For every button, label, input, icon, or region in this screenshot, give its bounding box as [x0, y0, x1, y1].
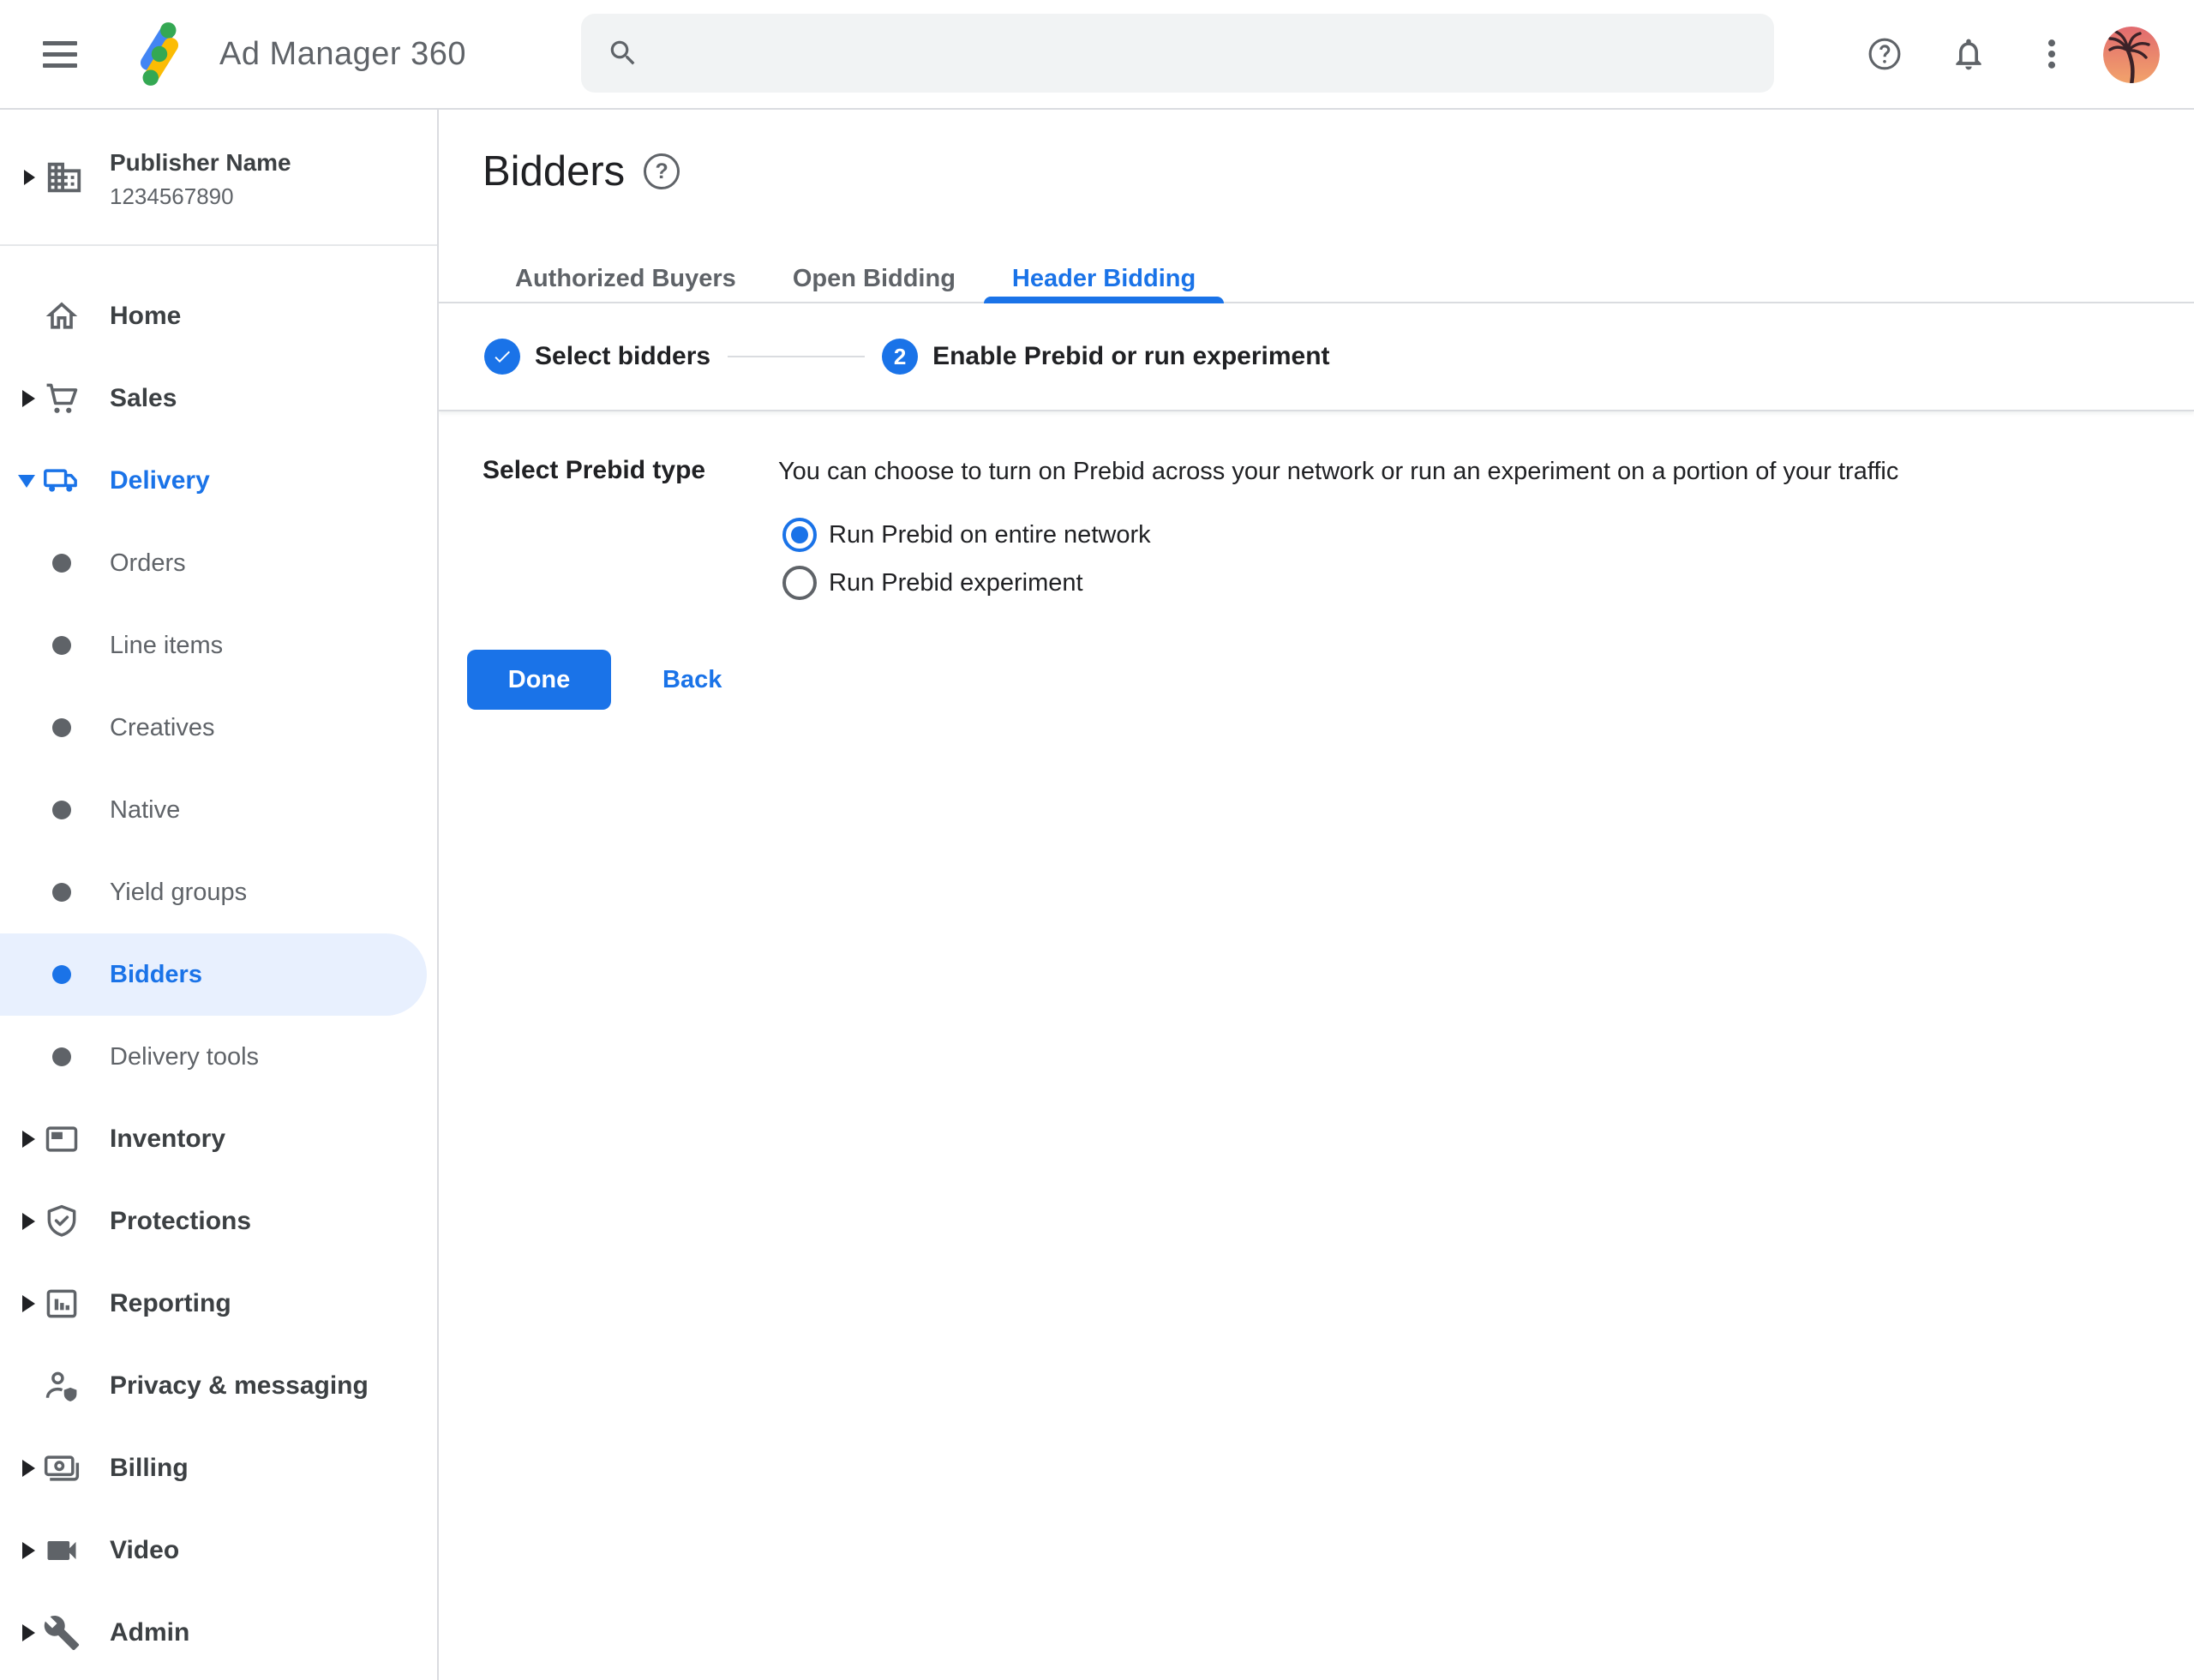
radio-run-prebid-experiment[interactable]: Run Prebid experiment [782, 559, 2143, 607]
publisher-name: Publisher Name [110, 149, 291, 177]
building-icon [45, 158, 84, 197]
tab-authorized-buyers[interactable]: Authorized Buyers [487, 255, 764, 302]
menu-icon [43, 41, 77, 45]
sidebar-item-home[interactable]: Home [0, 275, 437, 357]
sidebar-item-line-items[interactable]: Line items [0, 604, 437, 687]
radio-selected-icon [782, 518, 817, 552]
account-avatar[interactable] [2103, 27, 2160, 83]
page-title: Bidders [483, 147, 625, 195]
expand-arrow-icon [22, 1542, 35, 1559]
avatar-palm-image [2103, 27, 2160, 83]
app-title: Ad Manager 360 [219, 36, 466, 73]
tab-bar: Authorized Buyers Open Bidding Header Bi… [439, 255, 2194, 303]
sidebar-item-inventory[interactable]: Inventory [0, 1098, 437, 1180]
step-connector [728, 356, 865, 357]
step-enable-prebid[interactable]: 2 Enable Prebid or run experiment [882, 339, 1329, 375]
bar-chart-icon [43, 1285, 81, 1323]
person-shield-icon [43, 1367, 81, 1405]
radio-run-prebid-entire-network[interactable]: Run Prebid on entire network [782, 511, 2143, 559]
help-button[interactable] [1866, 35, 1903, 73]
search-icon [607, 37, 639, 69]
bullet-icon [52, 554, 71, 573]
bell-icon [1950, 35, 1987, 73]
shopping-cart-icon [43, 380, 81, 417]
help-icon [1866, 35, 1903, 73]
more-options-button[interactable] [2033, 35, 2071, 73]
sidebar-item-delivery[interactable]: Delivery [0, 440, 437, 522]
main-content: Bidders ? Authorized Buyers Open Bidding… [439, 110, 2194, 1680]
prebid-description: You can choose to turn on Prebid across … [778, 454, 2143, 489]
stepper: Select bidders 2 Enable Prebid or run ex… [439, 303, 2194, 411]
sidebar-item-billing[interactable]: Billing [0, 1427, 437, 1509]
expand-arrow-icon [22, 1213, 35, 1230]
payments-icon [43, 1449, 81, 1487]
home-icon [43, 297, 81, 335]
sidebar-item-native[interactable]: Native [0, 769, 437, 851]
delivery-truck-icon [43, 462, 81, 500]
sidebar: Publisher Name 1234567890 Home Sales [0, 110, 439, 1680]
search-bar[interactable] [581, 14, 1774, 93]
back-button[interactable]: Back [654, 657, 730, 703]
expand-arrow-icon [22, 1624, 35, 1641]
prebid-type-radio-group: Run Prebid on entire network Run Prebid … [782, 511, 2143, 607]
sidebar-item-yield-groups[interactable]: Yield groups [0, 851, 437, 933]
expand-arrow-icon [22, 390, 35, 407]
radio-unselected-icon [782, 566, 817, 600]
publisher-selector[interactable]: Publisher Name 1234567890 [0, 110, 437, 246]
bullet-icon [52, 1047, 71, 1066]
done-button[interactable]: Done [467, 650, 611, 710]
sidebar-item-creatives[interactable]: Creatives [0, 687, 437, 769]
bullet-icon [52, 636, 71, 655]
step-number-badge: 2 [882, 339, 918, 375]
sidebar-item-video[interactable]: Video [0, 1509, 437, 1592]
top-app-bar: Ad Manager 360 [0, 0, 2194, 110]
expand-arrow-icon [22, 1460, 35, 1477]
videocam-icon [43, 1532, 81, 1569]
bullet-icon [52, 965, 71, 984]
collapse-arrow-icon [18, 475, 35, 488]
notifications-button[interactable] [1950, 35, 1987, 73]
search-input[interactable] [660, 37, 1748, 70]
sidebar-item-sales[interactable]: Sales [0, 357, 437, 440]
publisher-id: 1234567890 [110, 183, 234, 210]
sidebar-item-reporting[interactable]: Reporting [0, 1263, 437, 1345]
prebid-type-form: Select Prebid type You can choose to tur… [483, 410, 2143, 710]
shield-check-icon [43, 1203, 81, 1240]
sidebar-item-admin[interactable]: Admin [0, 1592, 437, 1674]
menu-button[interactable] [43, 35, 77, 73]
ad-manager-logo-icon [124, 19, 195, 89]
expand-arrow-icon [22, 1131, 35, 1148]
three-dots-icon [2033, 35, 2071, 73]
expand-arrow-icon [24, 170, 35, 185]
sidebar-item-privacy-messaging[interactable]: Privacy & messaging [0, 1345, 437, 1427]
step-select-bidders[interactable]: Select bidders [484, 339, 710, 375]
bullet-icon [52, 883, 71, 902]
wrench-icon [43, 1614, 81, 1652]
sidebar-item-orders[interactable]: Orders [0, 522, 437, 604]
step-complete-check-icon [484, 339, 520, 375]
expand-arrow-icon [22, 1295, 35, 1312]
sidebar-nav: Home Sales [0, 275, 437, 1674]
ad-unit-icon [43, 1120, 81, 1158]
tab-open-bidding[interactable]: Open Bidding [764, 255, 984, 302]
sidebar-item-bidders[interactable]: Bidders [0, 933, 427, 1016]
sidebar-item-delivery-tools[interactable]: Delivery tools [0, 1016, 437, 1098]
bullet-icon [52, 718, 71, 737]
select-prebid-type-label: Select Prebid type [483, 454, 778, 489]
tab-header-bidding[interactable]: Header Bidding [984, 255, 1224, 302]
bullet-icon [52, 801, 71, 819]
page-help-icon[interactable]: ? [644, 153, 680, 189]
sidebar-item-protections[interactable]: Protections [0, 1180, 437, 1263]
